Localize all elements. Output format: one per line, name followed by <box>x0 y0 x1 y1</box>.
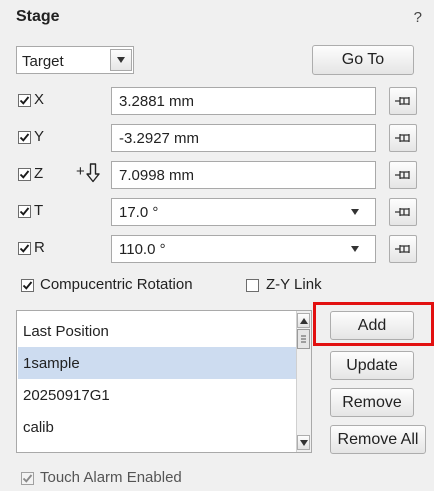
zy-link-label: Z-Y Link <box>266 276 322 293</box>
touch-alarm-checkbox[interactable] <box>21 472 34 485</box>
touch-alarm-label: Touch Alarm Enabled <box>40 469 182 486</box>
r-checkbox[interactable] <box>18 242 31 255</box>
remove-all-button[interactable]: Remove All <box>330 425 426 454</box>
pin-icon <box>395 245 410 253</box>
grip-icon <box>301 335 306 343</box>
x-value-field[interactable]: 3.2881 mm <box>111 87 376 115</box>
r-value: 110.0 ° <box>119 241 166 258</box>
compucentric-checkbox[interactable] <box>21 279 34 292</box>
list-item[interactable]: 20250917G1 <box>18 379 304 411</box>
scroll-thumb[interactable] <box>297 329 310 349</box>
x-checkbox[interactable] <box>18 94 31 107</box>
panel-title: Stage <box>16 8 60 25</box>
chevron-down-icon <box>117 57 125 63</box>
z-plus-label: + <box>76 163 85 180</box>
arrow-down-icon[interactable] <box>86 163 100 183</box>
pin-icon <box>395 97 410 105</box>
update-button[interactable]: Update <box>330 351 414 380</box>
list-item[interactable]: Last Position <box>18 315 304 347</box>
y-value: -3.2927 mm <box>119 130 200 147</box>
r-dropdown-button[interactable] <box>344 238 366 260</box>
t-dropdown-button[interactable] <box>344 201 366 223</box>
x-value: 3.2881 mm <box>119 93 195 110</box>
list-item[interactable]: calib <box>18 411 304 443</box>
t-checkbox[interactable] <box>18 205 31 218</box>
x-pin-button[interactable] <box>389 87 417 115</box>
t-value-select[interactable]: 17.0 ° <box>111 198 376 226</box>
t-value: 17.0 ° <box>119 204 159 221</box>
z-value-field[interactable]: 7.0998 mm <box>111 161 376 189</box>
position-list[interactable]: Last Position 1sample 20250917G1 calib <box>16 310 312 453</box>
scroll-up-button[interactable] <box>297 313 310 328</box>
remove-button[interactable]: Remove <box>330 388 414 417</box>
z-value: 7.0998 mm <box>119 167 195 184</box>
scroll-down-button[interactable] <box>297 435 310 450</box>
list-item[interactable]: 1sample <box>18 347 304 379</box>
z-label: Z <box>34 165 44 182</box>
compucentric-label: Compucentric Rotation <box>40 276 193 293</box>
y-checkbox[interactable] <box>18 131 31 144</box>
go-to-button[interactable]: Go To <box>312 45 414 75</box>
r-pin-button[interactable] <box>389 235 417 263</box>
r-label: R <box>34 239 45 256</box>
r-value-select[interactable]: 110.0 ° <box>111 235 376 263</box>
target-select-value: Target <box>22 53 64 70</box>
target-dropdown-button[interactable] <box>110 49 132 71</box>
z-checkbox[interactable] <box>18 168 31 181</box>
chevron-down-icon <box>351 209 359 215</box>
chevron-down-icon <box>299 439 308 446</box>
zy-link-checkbox[interactable] <box>246 279 259 292</box>
pin-icon <box>395 208 410 216</box>
pin-icon <box>395 171 410 179</box>
y-pin-button[interactable] <box>389 124 417 152</box>
chevron-down-icon <box>351 246 359 252</box>
pin-icon <box>395 134 410 142</box>
z-pin-button[interactable] <box>389 161 417 189</box>
x-label: X <box>34 91 45 108</box>
help-icon[interactable]: ? <box>414 9 422 26</box>
y-label: Y <box>34 128 45 145</box>
add-button[interactable]: Add <box>330 311 414 340</box>
y-value-field[interactable]: -3.2927 mm <box>111 124 376 152</box>
t-pin-button[interactable] <box>389 198 417 226</box>
t-label: T <box>34 202 44 219</box>
chevron-up-icon <box>299 317 308 324</box>
